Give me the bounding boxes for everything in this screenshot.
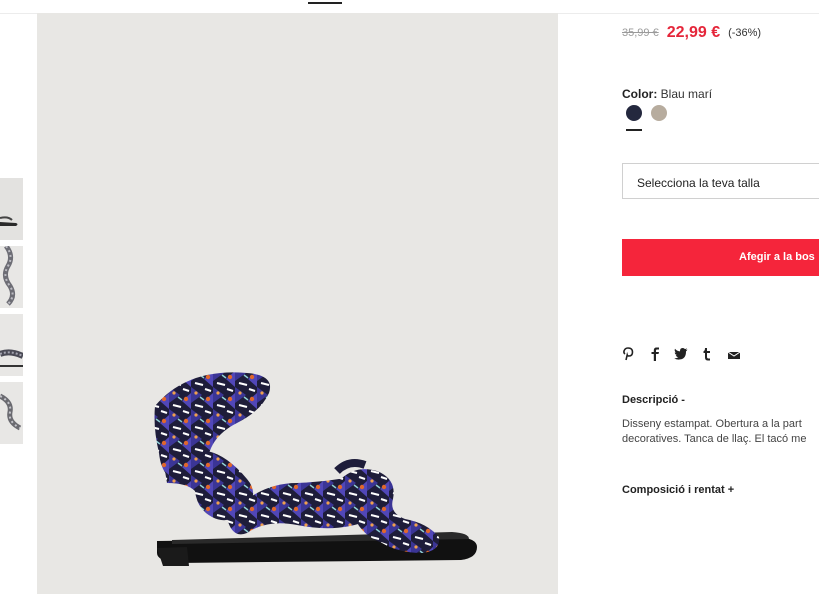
thumbnail-4[interactable] bbox=[0, 382, 23, 444]
thumbnail-strip bbox=[0, 178, 23, 450]
thumbnail-3[interactable] bbox=[0, 314, 23, 376]
selected-swatch-indicator bbox=[626, 129, 642, 131]
description-line-1: Disseny estampat. Obertura a la part bbox=[622, 418, 802, 430]
email-icon[interactable] bbox=[727, 347, 742, 363]
description-line-2: decoratives. Tanca de llaç. El tacó me bbox=[622, 433, 807, 445]
description-text: Disseny estampat. Obertura a la part dec… bbox=[622, 417, 819, 447]
color-swatch-navy[interactable] bbox=[626, 105, 642, 121]
size-select[interactable]: Selecciona la teva talla bbox=[622, 163, 819, 199]
pinterest-icon[interactable] bbox=[622, 347, 636, 363]
discount-badge: (-36%) bbox=[728, 27, 762, 39]
product-main-image[interactable] bbox=[37, 13, 558, 594]
color-label-title: Color: bbox=[622, 87, 658, 101]
sale-price: 22,99 € bbox=[666, 24, 721, 41]
facebook-icon[interactable] bbox=[650, 347, 664, 363]
active-tab-indicator bbox=[308, 2, 342, 4]
composition-toggle[interactable]: Composició i rentat + bbox=[622, 484, 734, 496]
color-swatch-beige[interactable] bbox=[651, 105, 667, 121]
original-price: 35,99 € bbox=[622, 27, 659, 39]
color-value: Blau marí bbox=[660, 87, 713, 101]
tumblr-icon[interactable] bbox=[702, 347, 716, 363]
add-to-bag-label: Afegir a la bos bbox=[739, 251, 815, 263]
twitter-icon[interactable] bbox=[674, 347, 688, 363]
add-to-bag-button[interactable]: Afegir a la bos bbox=[622, 239, 819, 276]
description-toggle[interactable]: Descripció - bbox=[622, 394, 685, 406]
size-select-placeholder: Selecciona la teva talla bbox=[637, 176, 760, 190]
color-label: Color: Blau marí bbox=[622, 87, 712, 101]
thumbnail-2[interactable] bbox=[0, 246, 23, 308]
thumbnail-1[interactable] bbox=[0, 178, 23, 240]
product-info-panel: 35,99 € 22,99 € (-36%) Color: Blau marí Se… bbox=[622, 0, 819, 594]
price-row: 35,99 € 22,99 € (-36%) bbox=[622, 24, 761, 42]
